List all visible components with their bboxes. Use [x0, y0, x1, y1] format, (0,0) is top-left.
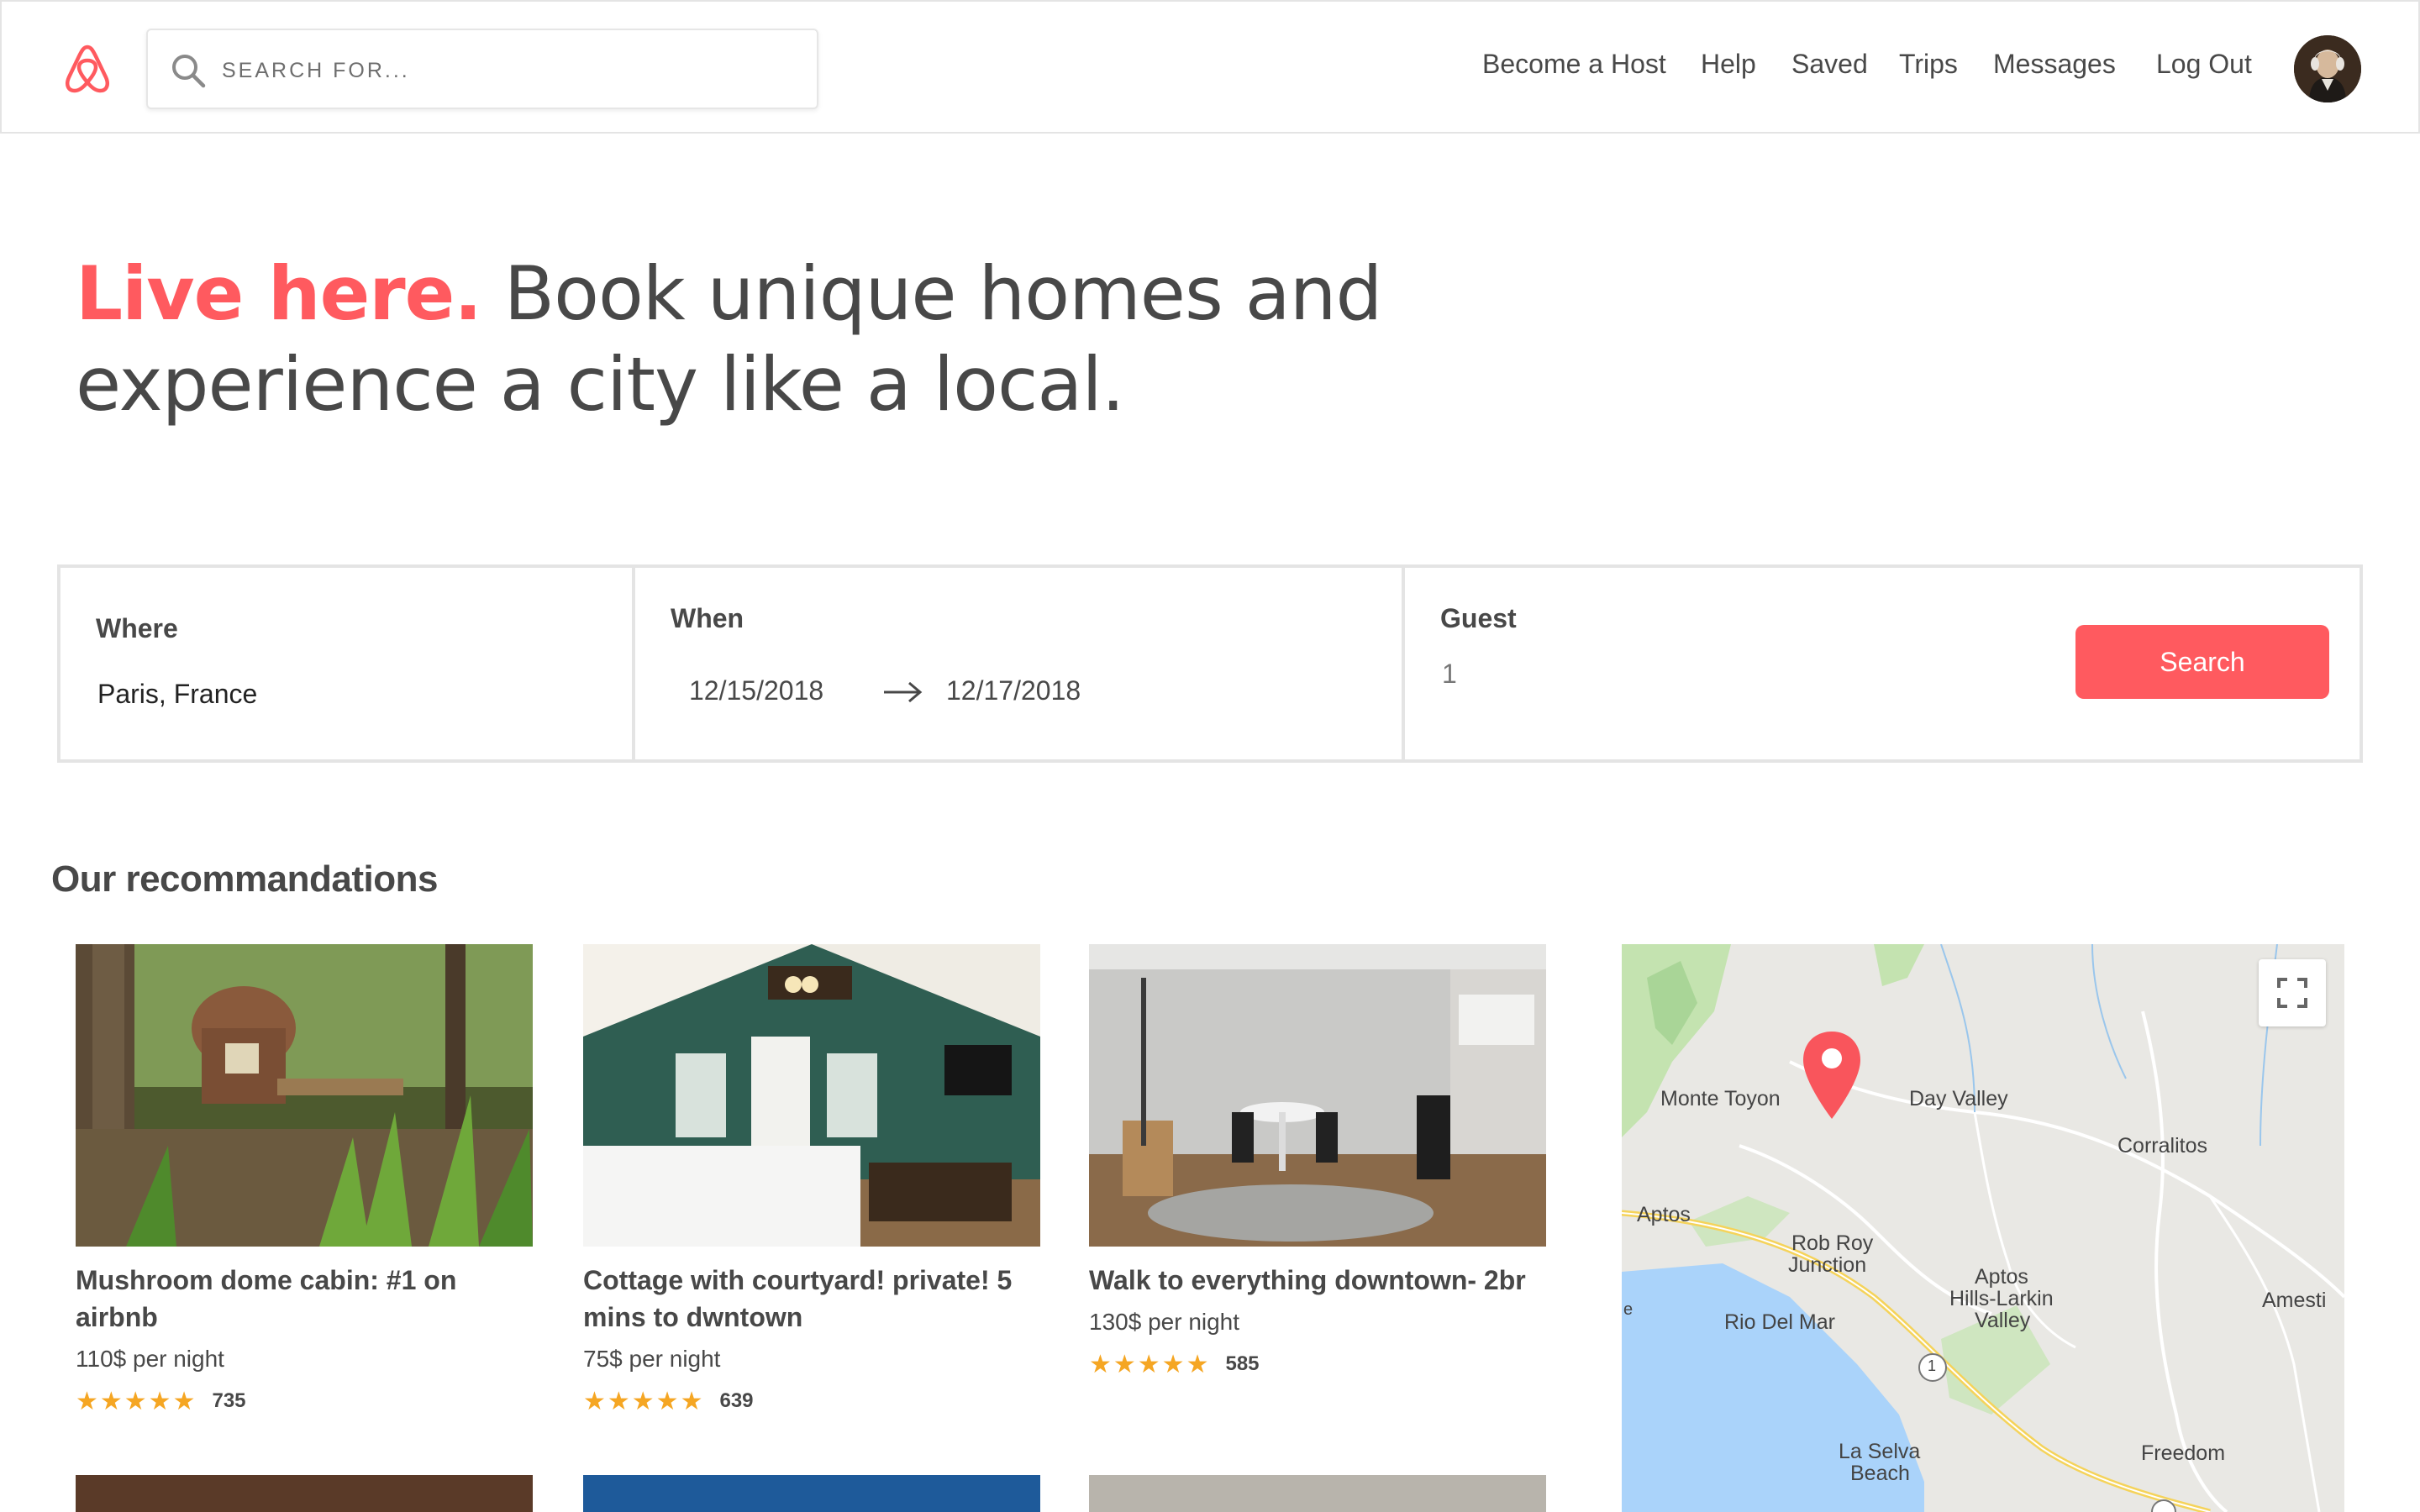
booking-search-panel: Where Paris, France When 12/15/2018 12/1… — [57, 564, 2363, 763]
search-icon — [172, 55, 206, 88]
listing-photo-partial[interactable] — [583, 1475, 1040, 1512]
map-label: Beach — [1850, 1462, 1910, 1485]
map-label: Rob Roy — [1791, 1231, 1874, 1255]
check-out-date[interactable]: 12/17/2018 — [946, 675, 1081, 706]
listing-rating: ★★★★★ 735 — [76, 1384, 533, 1418]
map-label: Day Valley — [1909, 1087, 2008, 1110]
nav-help[interactable]: Help — [1701, 49, 1756, 89]
listing-rating: ★★★★★ 639 — [583, 1384, 1040, 1418]
review-count: 585 — [1225, 1352, 1260, 1375]
guest-label: Guest — [1440, 603, 1517, 633]
map-pin-icon[interactable] — [1798, 1028, 1865, 1122]
listing-card[interactable]: Cottage with courtyard! private! 5 mins … — [583, 944, 1040, 1418]
airbnb-logo-icon[interactable] — [60, 42, 114, 96]
listing-title[interactable]: Cottage with courtyard! private! 5 mins … — [583, 1262, 1040, 1336]
listing-photo-downtown-2br[interactable] — [1089, 944, 1546, 1247]
listing-title[interactable]: Mushroom dome cabin: #1 on airbnb — [76, 1262, 533, 1336]
map-label: Amesti — [2262, 1289, 2327, 1312]
listing-photo-cottage[interactable] — [583, 944, 1040, 1247]
where-field[interactable]: Where Paris, France — [60, 568, 635, 759]
nav-become-a-host[interactable]: Become a Host — [1482, 49, 1666, 89]
user-avatar[interactable] — [2294, 35, 2361, 102]
where-value[interactable]: Paris, France — [97, 679, 257, 710]
map-label: Monte Toyon — [1660, 1087, 1781, 1110]
listing-price: 110$ per night — [76, 1346, 224, 1372]
section-title: Our recommandations — [51, 858, 438, 900]
map-label: La Selva — [1839, 1440, 1921, 1463]
listing-rating: ★★★★★ 585 — [1089, 1347, 1546, 1381]
guest-count[interactable]: 1 — [1442, 659, 1457, 690]
nav-log-out[interactable]: Log Out — [2156, 49, 2252, 89]
hero-line-2: experience a city like a local. — [76, 341, 1125, 428]
search-input[interactable] — [222, 47, 793, 94]
listing-card[interactable]: Mushroom dome cabin: #1 on airbnb 110$ p… — [76, 944, 533, 1418]
map-label: Aptos — [1975, 1265, 2028, 1289]
nav-trips[interactable]: Trips — [1899, 49, 1958, 89]
map-label: Hills-Larkin — [1949, 1287, 2054, 1310]
map-fullscreen-button[interactable] — [2259, 959, 2326, 1026]
listing-photo-partial[interactable] — [1089, 1475, 1546, 1512]
hero-headline: Live here. Book unique homes and experie… — [76, 249, 1504, 430]
arrow-right-icon — [884, 681, 923, 703]
global-search-box[interactable] — [146, 29, 818, 109]
map-label: e — [1623, 1300, 1634, 1319]
top-navbar: Become a Host Help Saved Trips Messages … — [0, 0, 2420, 134]
listing-card[interactable]: Walk to everything downtown- 2br 130$ pe… — [1089, 944, 1546, 1381]
listing-photo-partial[interactable] — [76, 1475, 533, 1512]
hero-line-1: Book unique homes and — [481, 250, 1383, 337]
fullscreen-icon — [2277, 978, 2307, 1008]
map-label: Corralitos — [2118, 1134, 2207, 1158]
nav-saved[interactable]: Saved — [1791, 49, 1868, 89]
map-label: Valley — [1975, 1309, 2031, 1332]
nav-messages[interactable]: Messages — [1993, 49, 2116, 89]
listing-price: 75$ per night — [583, 1346, 721, 1372]
listing-photo-mushroom-cabin[interactable] — [76, 944, 533, 1247]
when-field[interactable]: When 12/15/2018 12/17/2018 — [639, 568, 1405, 759]
map-label: Rio Del Mar — [1724, 1310, 1835, 1334]
check-in-date[interactable]: 12/15/2018 — [689, 675, 823, 706]
listings-map[interactable]: Monte Toyon Day Valley Corralitos Aptos … — [1622, 944, 2344, 1512]
highway-shield-label: 1 — [1928, 1357, 1937, 1374]
when-label: When — [671, 603, 744, 633]
map-label: Junction — [1788, 1253, 1867, 1277]
listing-price: 130$ per night — [1089, 1309, 1240, 1335]
star-rating-icon: ★★★★★ — [76, 1387, 197, 1415]
map-label: Freedom — [2141, 1441, 2226, 1465]
listing-title[interactable]: Walk to everything downtown- 2br — [1089, 1262, 1546, 1299]
map-label: Aptos — [1637, 1203, 1691, 1226]
search-button[interactable]: Search — [2075, 625, 2329, 699]
where-label: Where — [96, 613, 178, 643]
hero-accent: Live here. — [76, 250, 482, 337]
review-count: 735 — [212, 1389, 246, 1412]
review-count: 639 — [719, 1389, 754, 1412]
star-rating-icon: ★★★★★ — [583, 1387, 705, 1415]
star-rating-icon: ★★★★★ — [1089, 1350, 1211, 1378]
